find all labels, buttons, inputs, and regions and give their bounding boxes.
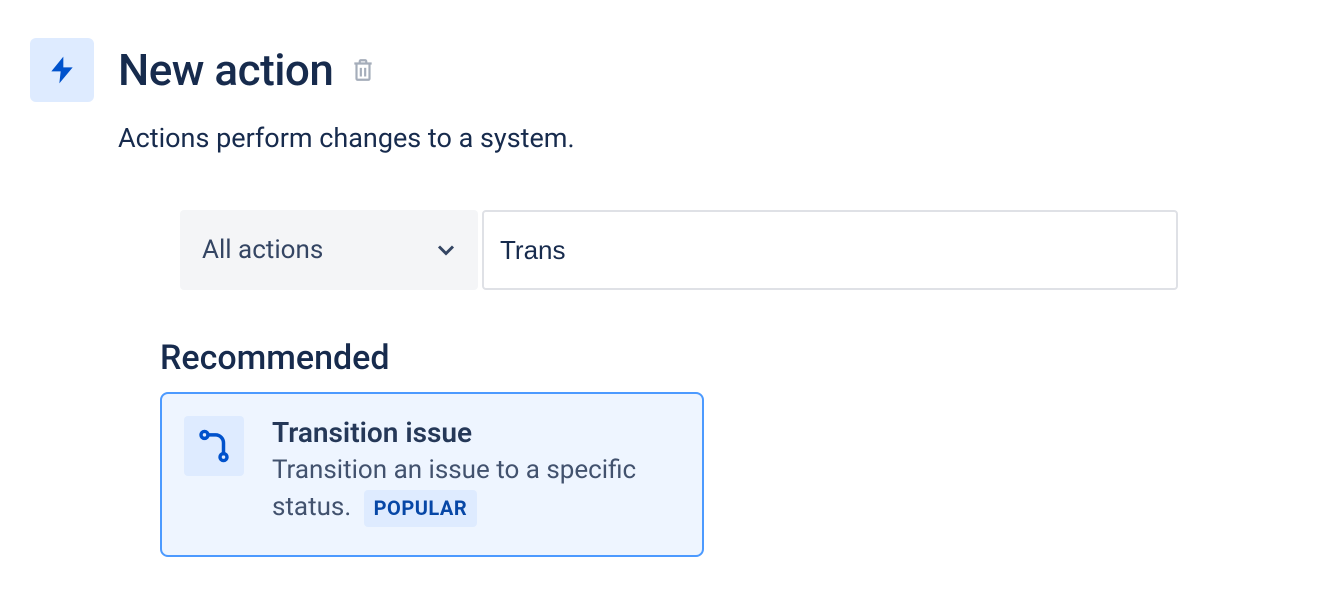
page-subtitle: Actions perform changes to a system. [118,122,1290,154]
action-card-transition-issue[interactable]: Transition issue Transition an issue to … [160,392,704,557]
search-input[interactable] [482,210,1178,290]
recommended-heading: Recommended [160,338,1290,378]
transition-icon [195,427,233,465]
chevron-down-icon [432,236,460,264]
card-title: Transition issue [272,416,678,450]
delete-button[interactable] [349,56,377,84]
page-title: New action [118,44,333,96]
trash-icon [350,57,376,83]
popular-badge: POPULAR [364,490,478,527]
card-icon [184,416,244,476]
action-type-icon [30,38,94,102]
category-dropdown[interactable]: All actions [180,210,478,290]
dropdown-label: All actions [202,235,323,265]
lightning-icon [46,54,78,86]
card-description: Transition an issue to a specific status… [272,452,678,527]
